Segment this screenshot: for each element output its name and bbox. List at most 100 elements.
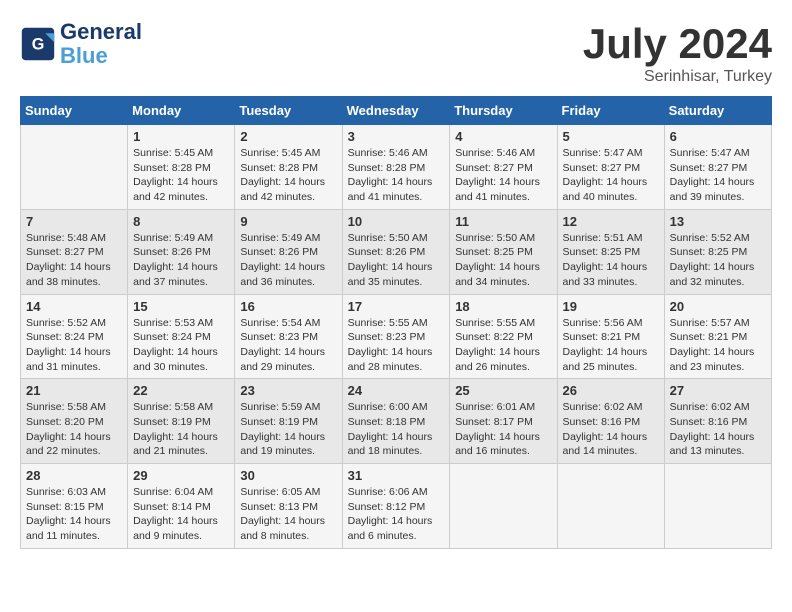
- calendar-cell: 5 Sunrise: 5:47 AM Sunset: 8:27 PM Daylig…: [557, 125, 664, 210]
- logo-text-blue: Blue: [60, 44, 142, 68]
- location: Serinhisar, Turkey: [583, 68, 772, 86]
- svg-text:G: G: [32, 36, 45, 54]
- weekday-header-friday: Friday: [557, 97, 664, 125]
- day-info: Sunrise: 5:52 AM Sunset: 8:25 PM Dayligh…: [670, 231, 766, 290]
- day-info: Sunrise: 5:53 AM Sunset: 8:24 PM Dayligh…: [133, 316, 229, 375]
- day-number: 31: [348, 468, 445, 483]
- day-number: 16: [240, 299, 336, 314]
- day-number: 27: [670, 383, 766, 398]
- calendar-cell: 28 Sunrise: 6:03 AM Sunset: 8:15 PM Dayli…: [21, 464, 128, 549]
- day-number: 3: [348, 129, 445, 144]
- day-info: Sunrise: 5:54 AM Sunset: 8:23 PM Dayligh…: [240, 316, 336, 375]
- weekday-header-wednesday: Wednesday: [342, 97, 450, 125]
- day-number: 29: [133, 468, 229, 483]
- day-number: 4: [455, 129, 551, 144]
- calendar-cell: 10Sunrise: 5:50 AM Sunset: 8:26 PM Dayli…: [342, 209, 450, 294]
- day-number: 14: [26, 299, 122, 314]
- day-number: 15: [133, 299, 229, 314]
- day-info: Sunrise: 5:56 AM Sunset: 8:21 PM Dayligh…: [563, 316, 659, 375]
- weekday-header-thursday: Thursday: [450, 97, 557, 125]
- day-info: Sunrise: 5:48 AM Sunset: 8:27 PM Dayligh…: [26, 231, 122, 290]
- logo-text-general: General: [60, 20, 142, 44]
- day-info: Sunrise: 6:03 AM Sunset: 8:15 PM Dayligh…: [26, 485, 122, 544]
- calendar-cell: [557, 464, 664, 549]
- calendar-cell: [664, 464, 771, 549]
- day-number: 28: [26, 468, 122, 483]
- day-info: Sunrise: 5:46 AM Sunset: 8:27 PM Dayligh…: [455, 146, 551, 205]
- calendar-cell: 11 Sunrise: 5:50 AM Sunset: 8:25 PM Dayli…: [450, 209, 557, 294]
- calendar-cell: 18 Sunrise: 5:55 AM Sunset: 8:22 PM Dayli…: [450, 294, 557, 379]
- calendar-cell: 31 Sunrise: 6:06 AM Sunset: 8:12 PM Dayli…: [342, 464, 450, 549]
- day-number: 6: [670, 129, 766, 144]
- logo: G General Blue: [20, 20, 142, 68]
- calendar-cell: 24 Sunrise: 6:00 AM Sunset: 8:18 PM Dayli…: [342, 379, 450, 464]
- day-info: Sunrise: 5:57 AM Sunset: 8:21 PM Dayligh…: [670, 316, 766, 375]
- day-info: Sunrise: 5:52 AM Sunset: 8:24 PM Dayligh…: [26, 316, 122, 375]
- day-info: Sunrise: 5:51 AM Sunset: 8:25 PM Dayligh…: [563, 231, 659, 290]
- day-number: 24: [348, 383, 445, 398]
- day-info: Sunrise: 5:55 AM Sunset: 8:22 PM Dayligh…: [455, 316, 551, 375]
- day-info: Sunrise: 5:49 AM Sunset: 8:26 PM Dayligh…: [133, 231, 229, 290]
- day-info: Sunrise: 5:47 AM Sunset: 8:27 PM Dayligh…: [670, 146, 766, 205]
- calendar-cell: [450, 464, 557, 549]
- calendar-cell: 26Sunrise: 6:02 AM Sunset: 8:16 PM Dayli…: [557, 379, 664, 464]
- day-info: Sunrise: 5:45 AM Sunset: 8:28 PM Dayligh…: [240, 146, 336, 205]
- month-title: July 2024: [583, 20, 772, 68]
- calendar-table: SundayMondayTuesdayWednesdayThursdayFrid…: [20, 96, 772, 549]
- calendar-cell: 17 Sunrise: 5:55 AM Sunset: 8:23 PM Dayli…: [342, 294, 450, 379]
- calendar-cell: 30Sunrise: 6:05 AM Sunset: 8:13 PM Dayli…: [235, 464, 342, 549]
- day-info: Sunrise: 5:46 AM Sunset: 8:28 PM Dayligh…: [348, 146, 445, 205]
- day-number: 18: [455, 299, 551, 314]
- day-number: 9: [240, 214, 336, 229]
- calendar-cell: 27Sunrise: 6:02 AM Sunset: 8:16 PM Dayli…: [664, 379, 771, 464]
- day-info: Sunrise: 5:45 AM Sunset: 8:28 PM Dayligh…: [133, 146, 229, 205]
- calendar-cell: 14 Sunrise: 5:52 AM Sunset: 8:24 PM Dayli…: [21, 294, 128, 379]
- calendar-cell: 22Sunrise: 5:58 AM Sunset: 8:19 PM Dayli…: [128, 379, 235, 464]
- calendar-cell: 25 Sunrise: 6:01 AM Sunset: 8:17 PM Dayli…: [450, 379, 557, 464]
- week-row-5: 28 Sunrise: 6:03 AM Sunset: 8:15 PM Dayli…: [21, 464, 772, 549]
- day-number: 11: [455, 214, 551, 229]
- day-number: 12: [563, 214, 659, 229]
- calendar-cell: 1Sunrise: 5:45 AM Sunset: 8:28 PM Daylig…: [128, 125, 235, 210]
- calendar-cell: 16 Sunrise: 5:54 AM Sunset: 8:23 PM Dayli…: [235, 294, 342, 379]
- day-number: 26: [563, 383, 659, 398]
- day-info: Sunrise: 5:55 AM Sunset: 8:23 PM Dayligh…: [348, 316, 445, 375]
- title-block: July 2024 Serinhisar, Turkey: [583, 20, 772, 86]
- day-number: 23: [240, 383, 336, 398]
- calendar-cell: 15 Sunrise: 5:53 AM Sunset: 8:24 PM Dayli…: [128, 294, 235, 379]
- calendar-cell: 2 Sunrise: 5:45 AM Sunset: 8:28 PM Daylig…: [235, 125, 342, 210]
- calendar-cell: 9 Sunrise: 5:49 AM Sunset: 8:26 PM Daylig…: [235, 209, 342, 294]
- page-header: G General Blue July 2024 Serinhisar, Tur…: [20, 20, 772, 86]
- calendar-cell: 3 Sunrise: 5:46 AM Sunset: 8:28 PM Daylig…: [342, 125, 450, 210]
- day-info: Sunrise: 5:49 AM Sunset: 8:26 PM Dayligh…: [240, 231, 336, 290]
- calendar-cell: 8 Sunrise: 5:49 AM Sunset: 8:26 PM Daylig…: [128, 209, 235, 294]
- day-number: 8: [133, 214, 229, 229]
- calendar-cell: 23Sunrise: 5:59 AM Sunset: 8:19 PM Dayli…: [235, 379, 342, 464]
- day-number: 2: [240, 129, 336, 144]
- calendar-cell: 12 Sunrise: 5:51 AM Sunset: 8:25 PM Dayli…: [557, 209, 664, 294]
- day-info: Sunrise: 6:01 AM Sunset: 8:17 PM Dayligh…: [455, 400, 551, 459]
- week-row-2: 7 Sunrise: 5:48 AM Sunset: 8:27 PM Daylig…: [21, 209, 772, 294]
- day-number: 21: [26, 383, 122, 398]
- day-number: 19: [563, 299, 659, 314]
- weekday-header-sunday: Sunday: [21, 97, 128, 125]
- calendar-cell: 6 Sunrise: 5:47 AM Sunset: 8:27 PM Daylig…: [664, 125, 771, 210]
- day-info: Sunrise: 6:05 AM Sunset: 8:13 PM Dayligh…: [240, 485, 336, 544]
- day-number: 25: [455, 383, 551, 398]
- day-number: 5: [563, 129, 659, 144]
- day-info: Sunrise: 6:06 AM Sunset: 8:12 PM Dayligh…: [348, 485, 445, 544]
- day-info: Sunrise: 6:04 AM Sunset: 8:14 PM Dayligh…: [133, 485, 229, 544]
- calendar-cell: 20Sunrise: 5:57 AM Sunset: 8:21 PM Dayli…: [664, 294, 771, 379]
- day-number: 17: [348, 299, 445, 314]
- day-info: Sunrise: 5:58 AM Sunset: 8:20 PM Dayligh…: [26, 400, 122, 459]
- calendar-cell: 4 Sunrise: 5:46 AM Sunset: 8:27 PM Daylig…: [450, 125, 557, 210]
- weekday-header-row: SundayMondayTuesdayWednesdayThursdayFrid…: [21, 97, 772, 125]
- week-row-1: 1Sunrise: 5:45 AM Sunset: 8:28 PM Daylig…: [21, 125, 772, 210]
- day-info: Sunrise: 6:00 AM Sunset: 8:18 PM Dayligh…: [348, 400, 445, 459]
- calendar-cell: [21, 125, 128, 210]
- calendar-cell: 21 Sunrise: 5:58 AM Sunset: 8:20 PM Dayli…: [21, 379, 128, 464]
- weekday-header-saturday: Saturday: [664, 97, 771, 125]
- day-info: Sunrise: 5:50 AM Sunset: 8:25 PM Dayligh…: [455, 231, 551, 290]
- day-number: 7: [26, 214, 122, 229]
- day-info: Sunrise: 5:47 AM Sunset: 8:27 PM Dayligh…: [563, 146, 659, 205]
